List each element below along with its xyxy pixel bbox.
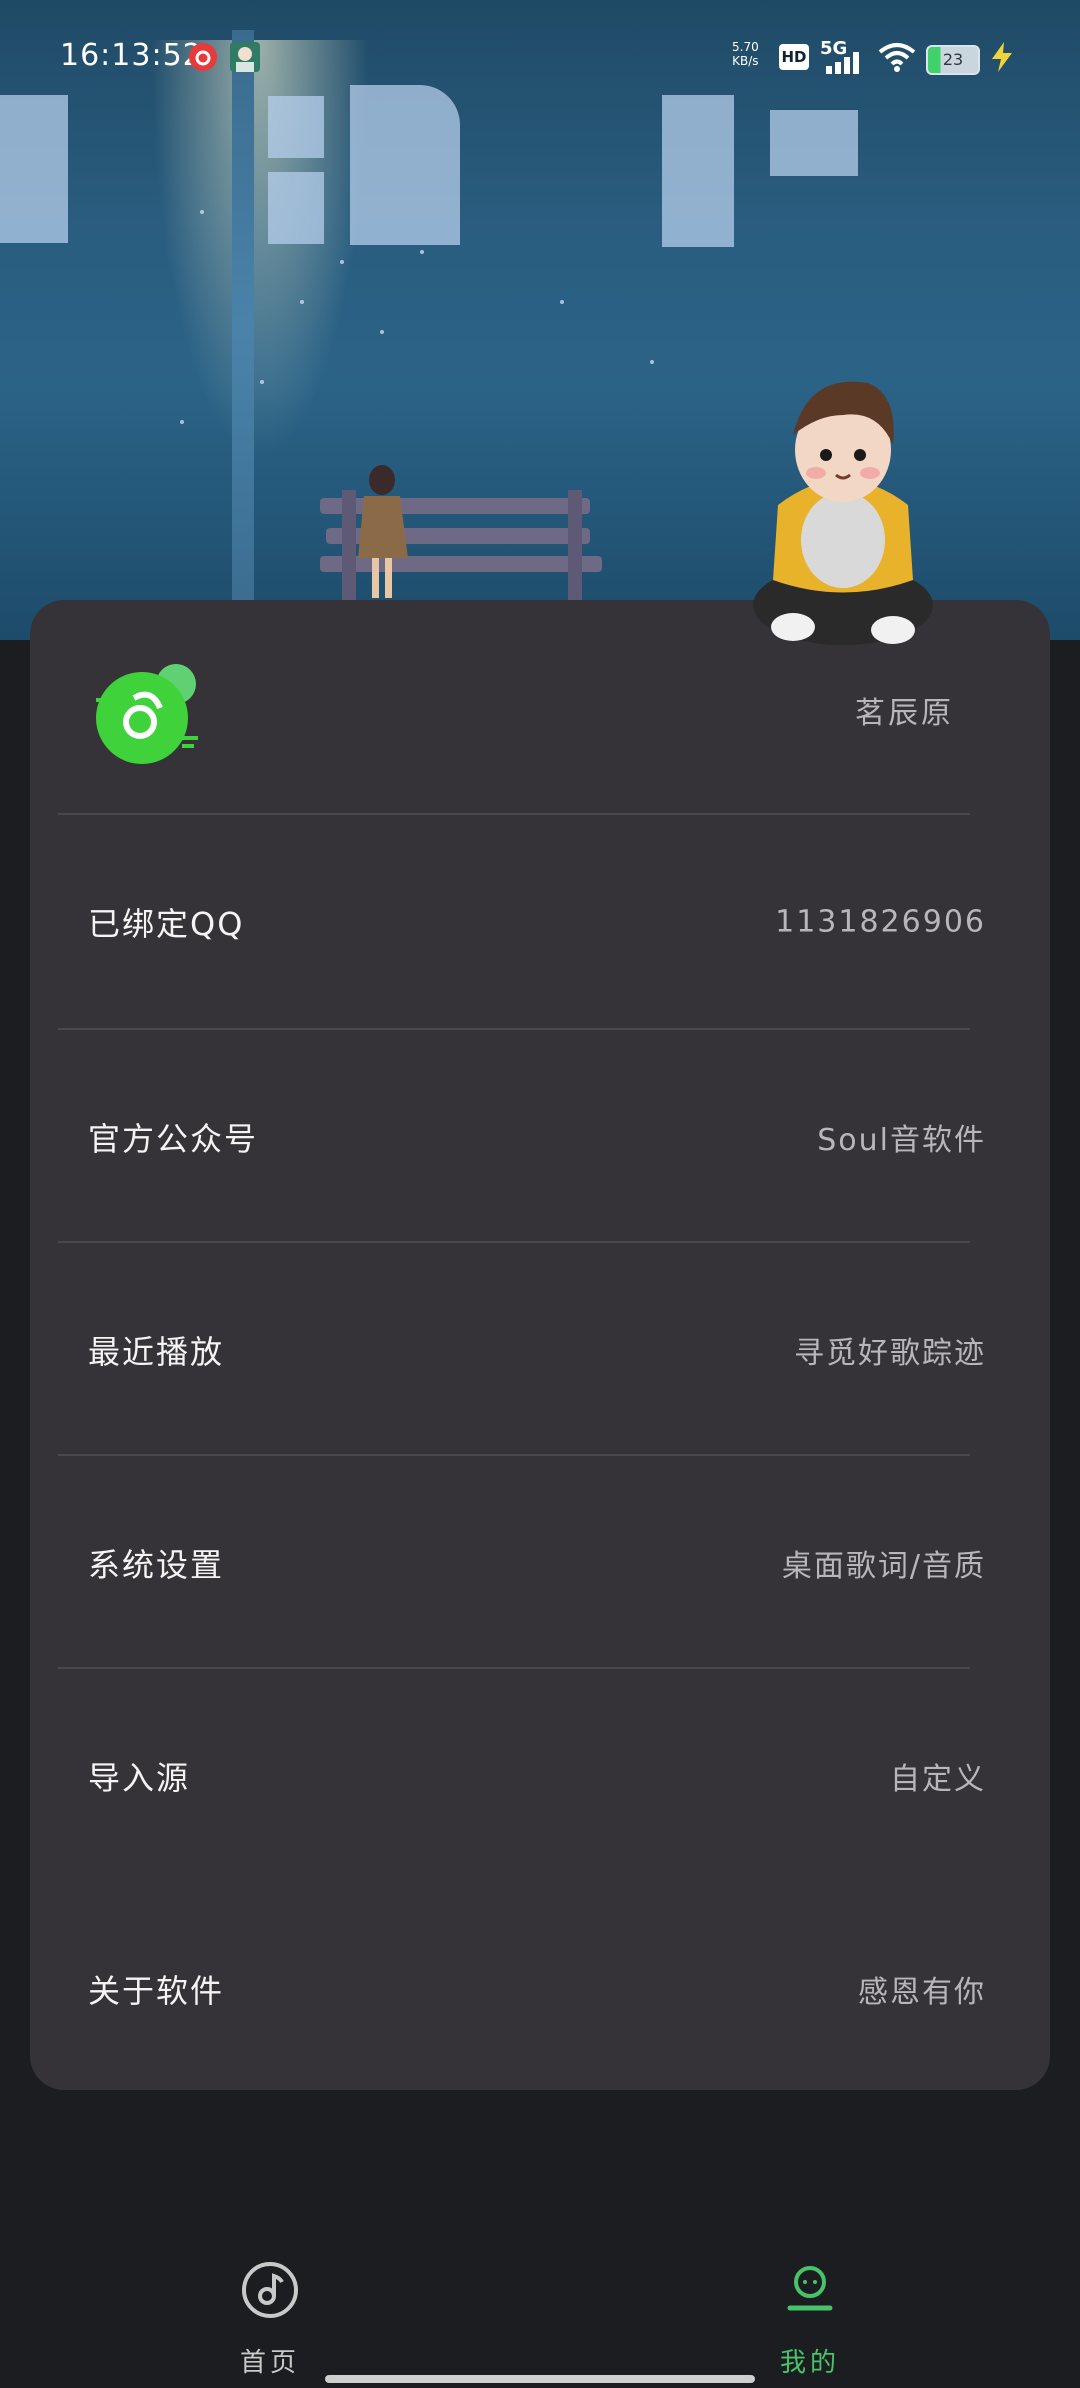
window-decor xyxy=(268,172,324,244)
status-bar: 16:13:52 5.70 KB/s HD 5G 23 xyxy=(0,0,1080,115)
girl-figure xyxy=(358,465,408,598)
bottom-navigation: 首页 我的 xyxy=(0,2210,1080,2388)
username: 茗辰原 xyxy=(855,696,954,731)
menu-item-value: 感恩有你 xyxy=(858,1974,986,2010)
window-decor xyxy=(0,95,68,243)
menu-item-system-settings[interactable]: 系统设置 桌面歌词/音质 xyxy=(58,1456,984,1669)
gesture-home-bar[interactable] xyxy=(325,2375,755,2383)
status-time: 16:13:52 xyxy=(60,38,203,73)
menu-item-label: 官方公众号 xyxy=(88,1119,259,1158)
window-decor xyxy=(770,110,858,176)
app-logo-icon xyxy=(86,658,216,768)
menu-item-value: 自定义 xyxy=(890,1761,986,1797)
menu-item-official-account[interactable]: 官方公众号 Soul音软件 xyxy=(58,1030,984,1243)
music-app-notification-icon xyxy=(188,42,218,76)
menu-item-value: Soul音软件 xyxy=(817,1122,986,1158)
wifi-icon xyxy=(878,42,916,76)
menu-item-value: 寻觅好歌踪迹 xyxy=(794,1335,986,1371)
menu-item-label: 最近播放 xyxy=(88,1332,225,1371)
nav-home-label: 首页 xyxy=(239,2348,300,2378)
menu-item-value: 1131826906 xyxy=(775,904,986,939)
user-profile-icon xyxy=(787,2266,833,2311)
window-decor xyxy=(662,95,734,247)
screen: 16:13:52 5.70 KB/s HD 5G 23 茗辰原 已绑定QQ 11… xyxy=(0,0,1080,2388)
menu-item-recent-play[interactable]: 最近播放 寻觅好歌踪迹 xyxy=(58,1243,984,1456)
network-speed: 5.70 KB/s xyxy=(732,40,759,68)
menu-item-import-source[interactable]: 导入源 自定义 xyxy=(58,1669,984,1882)
nav-home[interactable]: 首页 xyxy=(210,2260,330,2379)
avatar-character xyxy=(753,381,933,645)
street-lamp xyxy=(232,30,254,630)
avatar-notification-icon xyxy=(230,42,260,76)
music-disc-icon xyxy=(242,2262,298,2318)
menu-item-bound-qq[interactable]: 已绑定QQ 1131826906 xyxy=(58,815,984,1028)
profile-card: 茗辰原 已绑定QQ 1131826906 官方公众号 Soul音软件 最近播放 … xyxy=(30,600,1050,2090)
charging-icon xyxy=(990,42,1014,76)
signal-icon xyxy=(820,52,866,78)
menu-item-label: 导入源 xyxy=(88,1758,191,1797)
nav-mine[interactable]: 我的 xyxy=(750,2260,870,2379)
menu-item-label: 关于软件 xyxy=(88,1971,225,2010)
menu-item-about[interactable]: 关于软件 感恩有你 xyxy=(58,1882,984,2095)
battery-indicator: 23 xyxy=(926,45,980,75)
menu-item-value: 桌面歌词/音质 xyxy=(781,1548,986,1584)
menu-item-label: 已绑定QQ xyxy=(88,904,245,943)
hd-voice-badge: HD xyxy=(779,44,809,70)
menu-item-label: 系统设置 xyxy=(88,1545,225,1584)
nav-mine-label: 我的 xyxy=(779,2348,840,2378)
